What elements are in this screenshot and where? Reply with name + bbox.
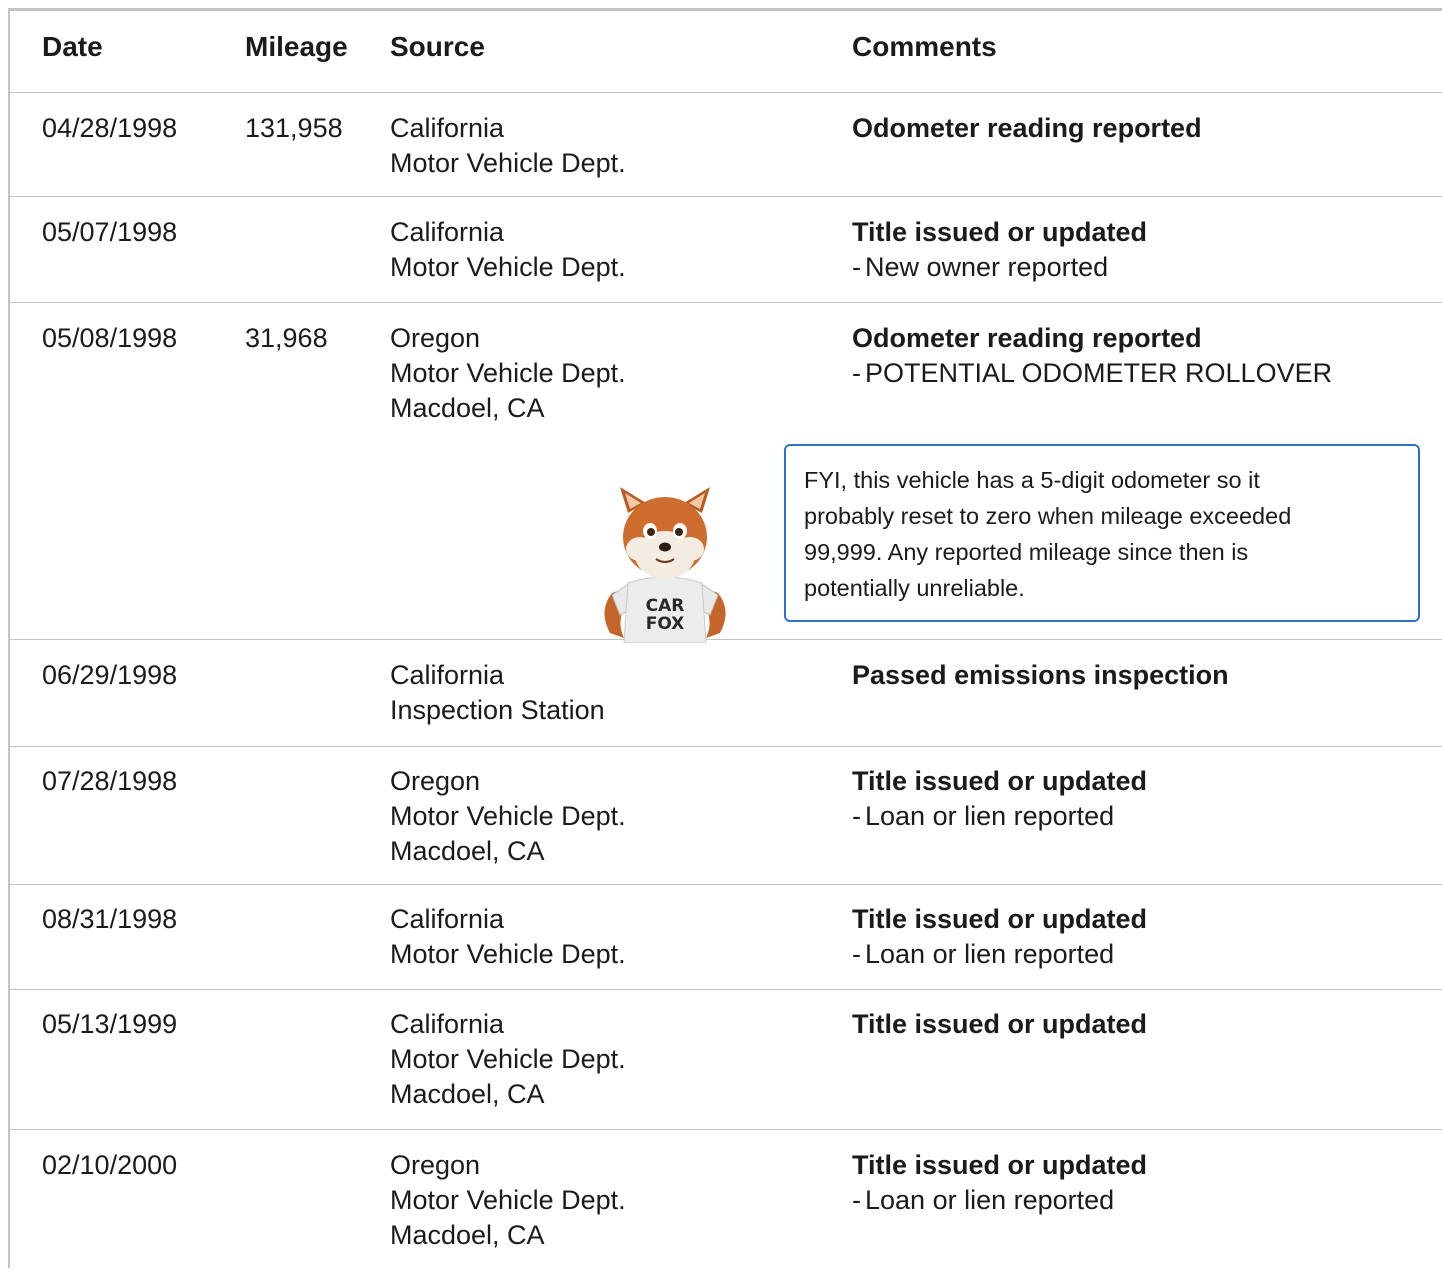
table-row: 08/31/1998 California Motor Vehicle Dept…	[10, 885, 1442, 990]
row-source: Oregon Motor Vehicle Dept. Macdoel, CA	[390, 321, 626, 426]
table-row: 04/28/1998 131,958 California Motor Vehi…	[10, 92, 1442, 197]
row-comments: Title issued or updated	[852, 1007, 1147, 1042]
vehicle-history-table: Date Mileage Source Comments 04/28/1998 …	[8, 8, 1442, 1268]
row-source: California Inspection Station	[390, 658, 605, 728]
row-date: 07/28/1998	[42, 766, 178, 796]
table-row: 07/28/1998 Oregon Motor Vehicle Dept. Ma…	[10, 747, 1442, 885]
row-source: Oregon Motor Vehicle Dept. Macdoel, CA	[390, 764, 626, 869]
row-source: Oregon Motor Vehicle Dept. Macdoel, CA	[390, 1148, 626, 1253]
shirt-text-line1: CAR	[646, 596, 685, 616]
comment-detail: - Loan or lien reported	[852, 1185, 1115, 1215]
comment-title: Title issued or updated	[852, 217, 1148, 247]
row-date: 06/29/1998	[42, 660, 178, 690]
source-line: Inspection Station	[390, 695, 605, 725]
row-mileage: 31,968	[245, 323, 328, 353]
table-row: 06/29/1998 California Inspection Station…	[10, 640, 1442, 747]
callout-line: potentially unreliable.	[804, 575, 1025, 601]
shirt-text-line2: FOX	[646, 614, 685, 634]
comment-title: Odometer reading reported	[852, 323, 1202, 353]
row-date: 05/07/1998	[42, 217, 178, 247]
source-line: Macdoel, CA	[390, 1220, 545, 1250]
source-line: Macdoel, CA	[390, 1079, 545, 1109]
carfox-mascot-icon: CAR FOX	[604, 487, 726, 643]
row-date: 05/13/1999	[42, 1009, 178, 1039]
comment-detail: - Loan or lien reported	[852, 801, 1115, 831]
row-comments: Title issued or updated - Loan or lien re…	[852, 902, 1147, 972]
table-row: 02/10/2000 Oregon Motor Vehicle Dept. Ma…	[10, 1130, 1442, 1280]
comment-title: Odometer reading reported	[852, 113, 1202, 143]
row-comments: Title issued or updated - New owner repor…	[852, 215, 1147, 285]
row-comments: Passed emissions inspection	[852, 658, 1229, 693]
comment-detail: - POTENTIAL ODOMETER ROLLOVER	[852, 358, 1333, 388]
row-comments: Odometer reading reported - POTENTIAL ODO…	[852, 321, 1332, 391]
table-row: 05/13/1999 California Motor Vehicle Dept…	[10, 990, 1442, 1130]
comment-detail-text: Loan or lien reported	[865, 939, 1115, 969]
odometer-rollover-callout: FYI, this vehicle has a 5-digit odometer…	[784, 444, 1420, 622]
source-line: California	[390, 113, 505, 143]
source-line: California	[390, 1009, 505, 1039]
source-line: Oregon	[390, 1150, 481, 1180]
row-source: California Motor Vehicle Dept.	[390, 902, 626, 972]
header-mileage: Mileage	[245, 31, 348, 62]
row-comments: Title issued or updated - Loan or lien re…	[852, 764, 1147, 834]
row-date: 02/10/2000	[42, 1150, 178, 1180]
source-line: Motor Vehicle Dept.	[390, 801, 626, 831]
source-line: Motor Vehicle Dept.	[390, 148, 626, 178]
source-line: Motor Vehicle Dept.	[390, 252, 626, 282]
comment-detail: - Loan or lien reported	[852, 939, 1115, 969]
source-line: Motor Vehicle Dept.	[390, 1044, 626, 1074]
source-line: California	[390, 904, 505, 934]
comment-detail-text: POTENTIAL ODOMETER ROLLOVER	[865, 358, 1333, 388]
callout-line: FYI, this vehicle has a 5-digit odometer…	[804, 467, 1260, 493]
comment-title: Passed emissions inspection	[852, 660, 1229, 690]
source-line: Motor Vehicle Dept.	[390, 939, 626, 969]
header-source: Source	[390, 31, 485, 62]
comment-title: Title issued or updated	[852, 766, 1148, 796]
row-date: 05/08/1998	[42, 323, 178, 353]
comment-detail: - New owner reported	[852, 252, 1109, 282]
header-comments: Comments	[852, 31, 997, 62]
comment-title: Title issued or updated	[852, 1150, 1148, 1180]
source-line: California	[390, 660, 505, 690]
row-comments: Title issued or updated - Loan or lien re…	[852, 1148, 1147, 1218]
comment-detail-text: Loan or lien reported	[865, 801, 1115, 831]
source-line: Oregon	[390, 323, 481, 353]
comment-detail-text: New owner reported	[865, 252, 1109, 282]
source-line: Motor Vehicle Dept.	[390, 358, 626, 388]
row-source: California Motor Vehicle Dept.	[390, 215, 626, 285]
row-source: California Motor Vehicle Dept. Macdoel, …	[390, 1007, 626, 1112]
table-header: Date Mileage Source Comments	[10, 11, 1442, 93]
row-date: 04/28/1998	[42, 113, 178, 143]
source-line: Macdoel, CA	[390, 836, 545, 866]
comment-title: Title issued or updated	[852, 904, 1148, 934]
comment-title: Title issued or updated	[852, 1009, 1148, 1039]
source-line: Macdoel, CA	[390, 393, 545, 423]
header-date: Date	[42, 31, 103, 62]
source-line: Motor Vehicle Dept.	[390, 1185, 626, 1215]
row-mileage: 131,958	[245, 113, 343, 143]
callout-line: 99,999. Any reported mileage since then …	[804, 539, 1249, 565]
row-date: 08/31/1998	[42, 904, 178, 934]
source-line: California	[390, 217, 505, 247]
row-source: California Motor Vehicle Dept.	[390, 111, 626, 181]
row-comments: Odometer reading reported	[852, 111, 1202, 146]
table-row: 05/07/1998 California Motor Vehicle Dept…	[10, 197, 1442, 303]
source-line: Oregon	[390, 766, 481, 796]
callout-line: probably reset to zero when mileage exce…	[804, 503, 1292, 529]
comment-detail-text: Loan or lien reported	[865, 1185, 1115, 1215]
